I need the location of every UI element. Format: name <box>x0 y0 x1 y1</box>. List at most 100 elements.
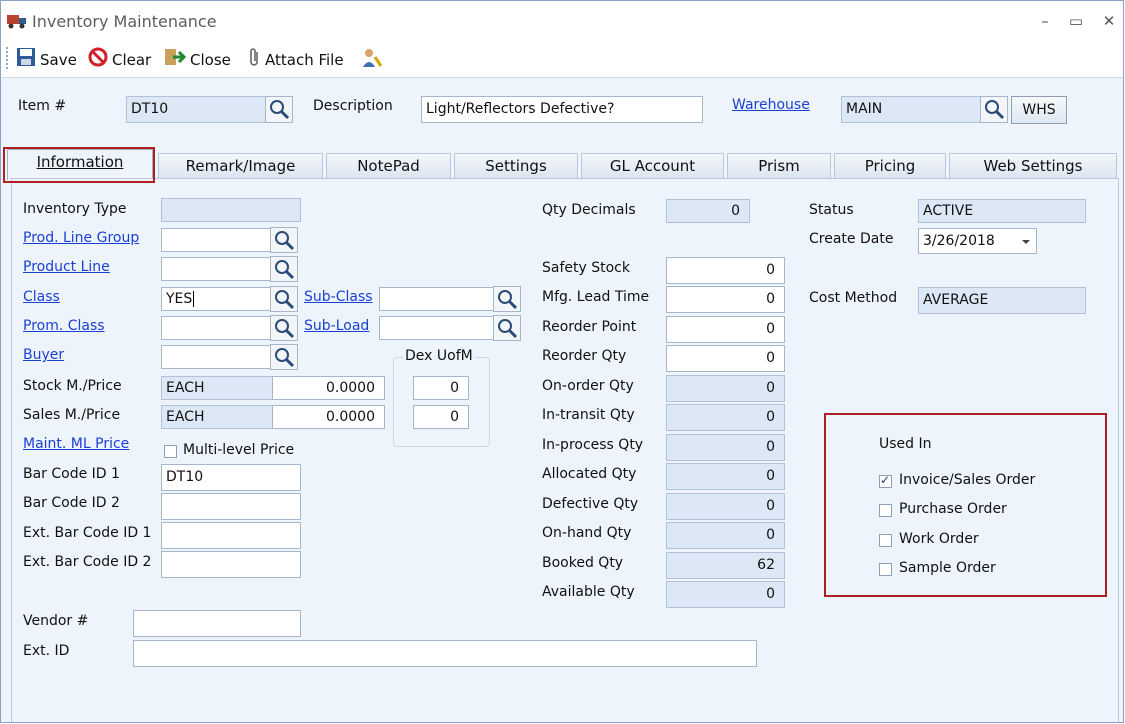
cost-method-field[interactable]: AVERAGE <box>918 287 1086 314</box>
search-icon <box>498 290 518 310</box>
status-field[interactable]: ACTIVE <box>918 199 1086 223</box>
close-exit-icon <box>164 47 187 74</box>
sales-price-field[interactable]: 0.0000 <box>272 405 385 429</box>
tab-remark-image[interactable]: Remark/Image <box>158 153 323 178</box>
sample-order-label: Sample Order <box>899 560 996 576</box>
tab-settings[interactable]: Settings <box>454 153 578 178</box>
available-qty-field[interactable]: 0 <box>666 581 785 608</box>
sales-unit-field[interactable]: EACH <box>161 405 273 429</box>
tab-gl-account[interactable]: GL Account <box>581 153 724 178</box>
sub-load-link[interactable]: Sub-Load <box>304 318 369 334</box>
in-process-qty-label: In-process Qty <box>542 437 644 453</box>
reorder-point-label: Reorder Point <box>542 319 637 335</box>
reorder-qty-field[interactable]: 0 <box>666 345 785 372</box>
buyer-link[interactable]: Buyer <box>23 347 64 363</box>
close-button[interactable]: Close <box>164 47 231 71</box>
inventory-type-field[interactable] <box>161 198 301 222</box>
ext-bar-code-2-field[interactable] <box>161 551 301 578</box>
class-search-button[interactable] <box>270 286 298 312</box>
work-order-checkbox[interactable] <box>879 534 892 547</box>
prom-class-field[interactable] <box>161 316 271 340</box>
on-order-qty-field[interactable]: 0 <box>666 375 785 402</box>
class-field[interactable]: YES <box>161 287 271 311</box>
close-window-button[interactable]: ✕ <box>1095 10 1123 32</box>
tab-web-settings[interactable]: Web Settings <box>949 153 1117 178</box>
booked-qty-field[interactable]: 62 <box>666 552 785 579</box>
reorder-point-field[interactable]: 0 <box>666 316 785 343</box>
invoice-sales-order-label: Invoice/Sales Order <box>899 472 1036 488</box>
maximize-button[interactable]: ▭ <box>1062 10 1090 32</box>
item-search-button[interactable] <box>265 96 293 123</box>
warehouse-search-button[interactable] <box>980 96 1008 123</box>
prod-line-group-field[interactable] <box>161 228 271 252</box>
allocated-qty-label: Allocated Qty <box>542 466 637 482</box>
sub-class-search-button[interactable] <box>493 286 521 312</box>
prod-line-group-link[interactable]: Prod. Line Group <box>23 230 139 246</box>
window-title: Inventory Maintenance <box>32 12 217 31</box>
class-link[interactable]: Class <box>23 289 60 305</box>
vendor-field[interactable] <box>133 610 301 637</box>
buyer-field[interactable] <box>161 345 271 369</box>
ext-bar-code-1-label: Ext. Bar Code ID 1 <box>23 525 152 541</box>
in-transit-qty-field[interactable]: 0 <box>666 404 785 431</box>
tab-notepad[interactable]: NotePad <box>326 153 451 178</box>
minimize-button[interactable]: – <box>1031 10 1059 32</box>
prod-line-group-search-button[interactable] <box>270 227 298 253</box>
product-line-link[interactable]: Product Line <box>23 259 110 275</box>
defective-qty-label: Defective Qty <box>542 496 639 512</box>
bar-code-2-field[interactable] <box>161 493 301 520</box>
bar-code-1-field[interactable]: DT10 <box>161 464 301 491</box>
sub-load-search-button[interactable] <box>493 315 521 341</box>
dex-uofm-stock-field[interactable]: 0 <box>413 376 469 400</box>
product-line-field[interactable] <box>161 257 271 281</box>
stock-price-field[interactable]: 0.0000 <box>272 376 385 400</box>
stock-unit-field[interactable]: EACH <box>161 376 273 400</box>
ext-id-field[interactable] <box>133 640 757 667</box>
defective-qty-field[interactable]: 0 <box>666 493 785 520</box>
create-date-field[interactable]: 3/26/2018 <box>918 228 1037 254</box>
save-button[interactable]: Save <box>16 47 77 71</box>
multi-level-price-checkbox[interactable] <box>164 445 177 458</box>
sample-order-checkbox[interactable] <box>879 563 892 576</box>
in-process-qty-field[interactable]: 0 <box>666 434 785 461</box>
chevron-down-icon[interactable] <box>1022 240 1030 244</box>
bar-code-2-label: Bar Code ID 2 <box>23 495 120 511</box>
qty-decimals-field[interactable]: 0 <box>666 199 750 223</box>
tab-pricing[interactable]: Pricing <box>834 153 946 178</box>
purchase-order-checkbox[interactable] <box>879 504 892 517</box>
user-wrench-icon <box>361 47 383 76</box>
clear-button[interactable]: Clear <box>88 47 151 71</box>
product-line-search-button[interactable] <box>270 256 298 282</box>
invoice-sales-order-checkbox[interactable] <box>879 473 892 488</box>
dex-uofm-sales-field[interactable]: 0 <box>413 405 469 429</box>
user-tools-button[interactable] <box>361 47 387 71</box>
whs-button[interactable]: WHS <box>1011 96 1067 124</box>
information-tab-highlight <box>3 147 155 183</box>
sub-load-field[interactable] <box>379 316 494 340</box>
tab-settings-label: Settings <box>485 157 547 175</box>
ext-bar-code-1-field[interactable] <box>161 522 301 549</box>
safety-stock-field[interactable]: 0 <box>666 257 785 284</box>
sub-class-link[interactable]: Sub-Class <box>304 289 373 305</box>
warehouse-field[interactable]: MAIN <box>841 96 981 123</box>
multi-level-price-label: Multi-level Price <box>183 442 295 458</box>
tab-gl-account-label: GL Account <box>609 157 696 175</box>
prom-class-search-button[interactable] <box>270 315 298 341</box>
prom-class-link[interactable]: Prom. Class <box>23 318 105 334</box>
warehouse-link[interactable]: Warehouse <box>732 97 810 113</box>
toolbar-grip <box>6 47 10 69</box>
search-icon <box>270 100 290 120</box>
clear-label: Clear <box>112 51 152 69</box>
tab-prism[interactable]: Prism <box>727 153 831 178</box>
vendor-label: Vendor # <box>23 613 89 629</box>
allocated-qty-field[interactable]: 0 <box>666 463 785 490</box>
attach-file-button[interactable]: Attach File <box>247 47 344 71</box>
buyer-search-button[interactable] <box>270 344 298 370</box>
sub-class-field[interactable] <box>379 287 494 311</box>
mfg-lead-time-field[interactable]: 0 <box>666 286 785 313</box>
save-icon <box>16 47 36 74</box>
description-field[interactable]: Light/Reflectors Defective? <box>421 96 703 123</box>
on-hand-qty-field[interactable]: 0 <box>666 522 785 549</box>
maint-ml-price-link[interactable]: Maint. ML Price <box>23 436 129 452</box>
item-number-field[interactable]: DT10 <box>126 96 266 123</box>
